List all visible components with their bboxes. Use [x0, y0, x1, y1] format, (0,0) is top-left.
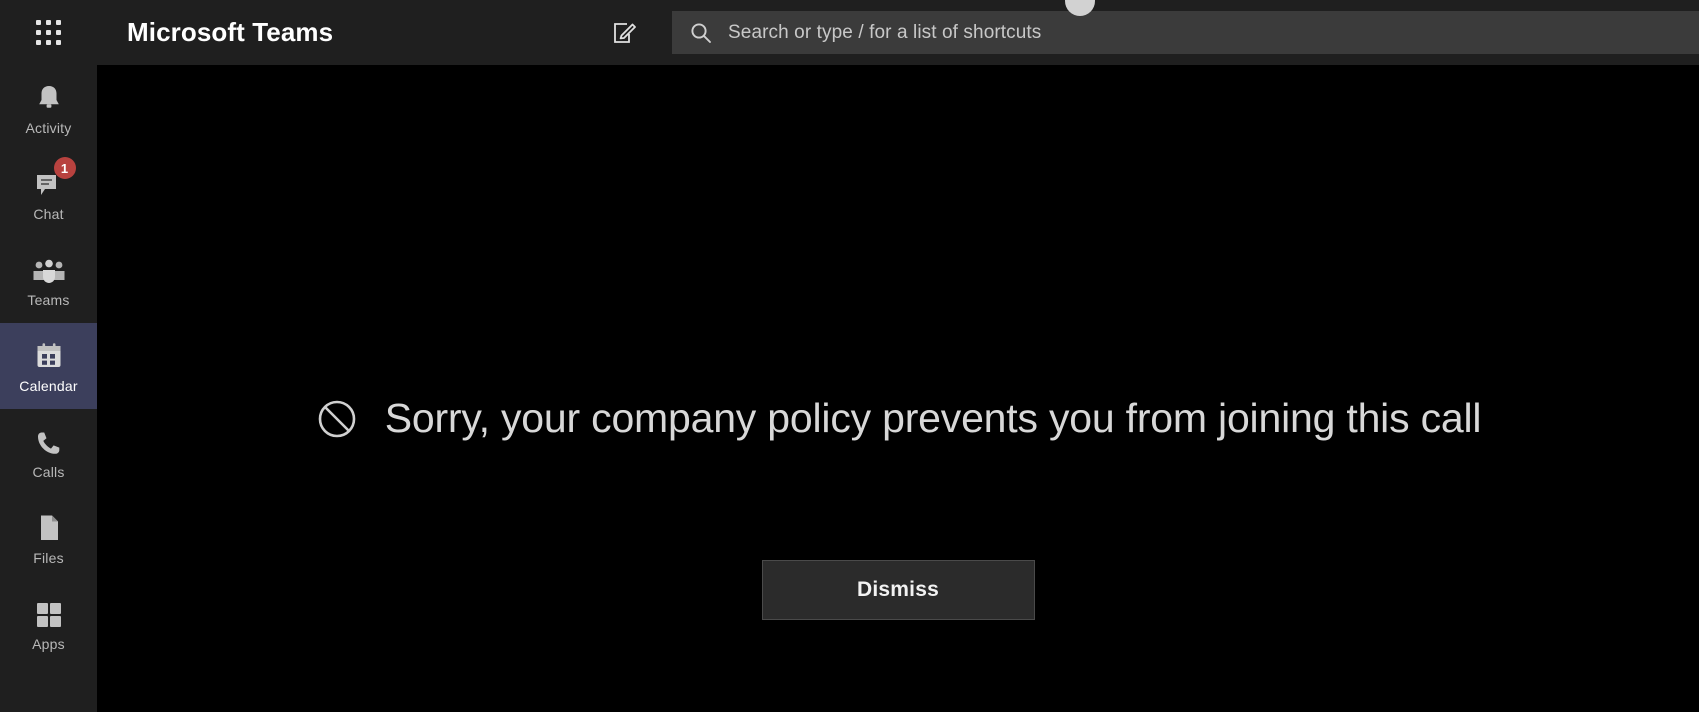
- people-icon: [32, 252, 66, 285]
- apps-grid-icon: [35, 596, 63, 629]
- bell-icon: [35, 80, 63, 113]
- policy-block-notice: Sorry, your company policy prevents you …: [97, 395, 1699, 442]
- sidebar-item-label: Files: [33, 550, 64, 566]
- dismiss-button[interactable]: Dismiss: [761, 560, 1035, 620]
- top-header-bar: Microsoft Teams Search or type / for a l…: [0, 0, 1699, 65]
- sidebar-item-label: Calls: [32, 464, 65, 480]
- dismiss-button-row: Dismiss: [97, 560, 1699, 620]
- teams-window: Microsoft Teams Search or type / for a l…: [0, 0, 1699, 712]
- left-nav-rail: Activity 1 Chat Teams Calendar Calls Fil…: [0, 65, 97, 712]
- sidebar-item-label: Apps: [32, 636, 65, 652]
- search-icon: [690, 22, 712, 44]
- chat-unread-badge: 1: [53, 157, 76, 179]
- app-grid-icon: [36, 20, 61, 45]
- sidebar-item-files[interactable]: Files: [0, 495, 97, 581]
- sidebar-item-activity[interactable]: Activity: [0, 65, 97, 151]
- calendar-icon: [34, 338, 64, 371]
- search-box[interactable]: Search or type / for a list of shortcuts: [672, 11, 1699, 54]
- app-title: Microsoft Teams: [127, 17, 334, 47]
- sidebar-item-label: Calendar: [19, 378, 78, 394]
- sidebar-item-chat[interactable]: 1 Chat: [0, 151, 97, 237]
- chat-bubble-icon: 1: [34, 157, 76, 199]
- sidebar-item-label: Teams: [27, 292, 70, 308]
- compose-new-chat-button[interactable]: [605, 14, 643, 52]
- sidebar-item-apps[interactable]: Apps: [0, 581, 97, 667]
- sidebar-item-label: Activity: [25, 120, 72, 136]
- app-grid-button[interactable]: [0, 0, 97, 65]
- sidebar-item-teams[interactable]: Teams: [0, 237, 97, 323]
- meeting-stage: Sorry, your company policy prevents you …: [97, 65, 1699, 712]
- search-input-placeholder[interactable]: Search or type / for a list of shortcuts: [728, 22, 1041, 44]
- prohibited-icon: [315, 397, 359, 441]
- phone-icon: [35, 424, 63, 457]
- sidebar-item-calendar[interactable]: Calendar: [0, 323, 97, 409]
- policy-block-message: Sorry, your company policy prevents you …: [384, 395, 1482, 441]
- compose-new-chat-icon: [614, 23, 636, 43]
- file-icon: [36, 510, 62, 543]
- sidebar-item-label: Chat: [33, 206, 64, 222]
- sidebar-item-calls[interactable]: Calls: [0, 409, 97, 495]
